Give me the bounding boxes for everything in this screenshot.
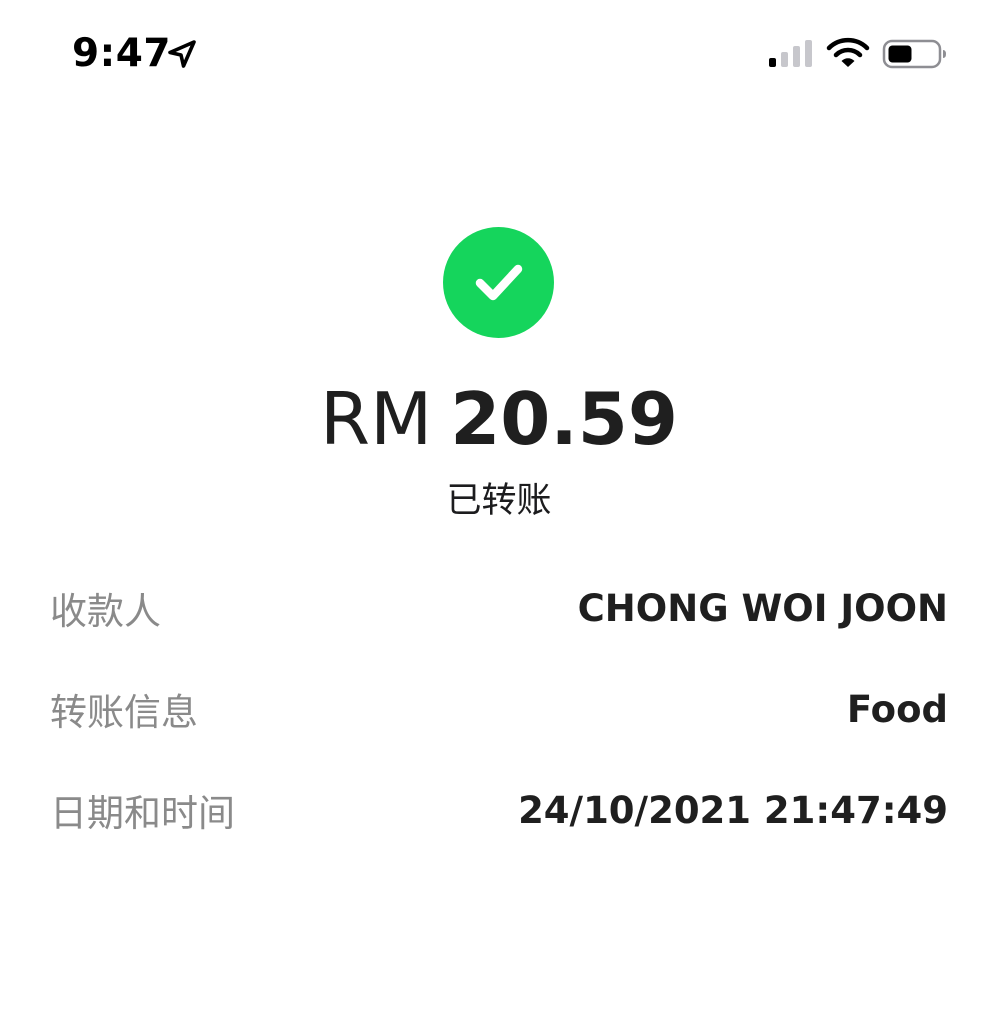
detail-value: Food <box>846 687 948 731</box>
status-bar: 9:47 <box>0 0 998 110</box>
checkmark-circle-icon <box>443 227 554 338</box>
detail-value: 24/10/2021 21:47:49 <box>518 788 948 832</box>
detail-row-payee: 收款人 CHONG WOI JOON <box>50 578 948 638</box>
cellular-signal-icon <box>769 40 812 67</box>
status-time: 9:47 <box>72 31 172 76</box>
transfer-amount: RM 20.59 <box>0 374 998 464</box>
detail-label: 收款人 <box>50 590 161 633</box>
wifi-icon <box>826 37 870 67</box>
detail-row-message: 转账信息 Food <box>50 679 948 739</box>
detail-label: 转账信息 <box>50 691 198 734</box>
detail-row-datetime: 日期和时间 24/10/2021 21:47:49 <box>50 780 948 840</box>
battery-icon <box>882 39 946 69</box>
detail-label: 日期和时间 <box>50 792 235 835</box>
transfer-status: 已转账 <box>446 481 552 521</box>
amount-value: 20.59 <box>450 377 678 461</box>
detail-value: CHONG WOI JOON <box>577 586 948 630</box>
amount-currency: RM <box>320 377 433 461</box>
location-arrow-icon <box>168 40 196 68</box>
